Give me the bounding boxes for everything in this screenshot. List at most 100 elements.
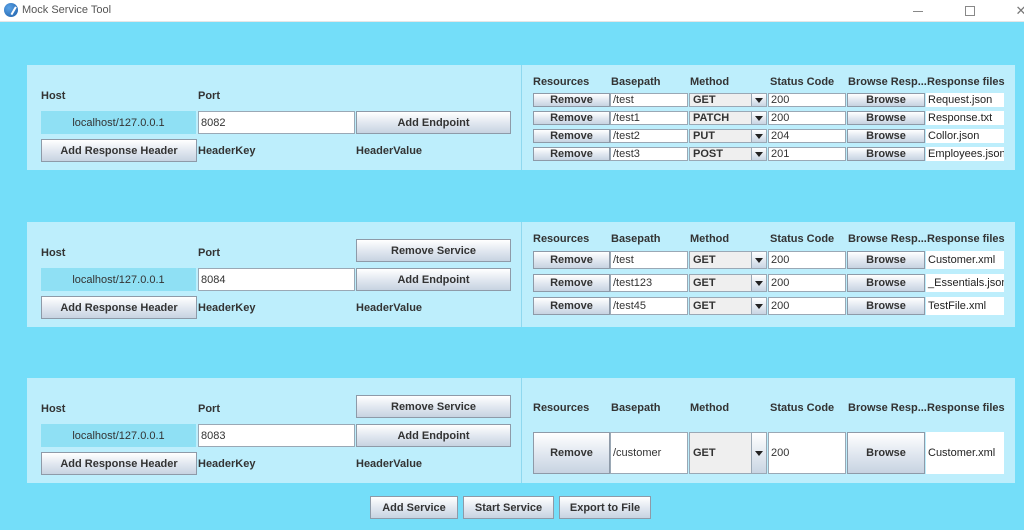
basepath-input[interactable]: /test123	[610, 274, 688, 292]
browse-button[interactable]: Browse	[847, 147, 925, 161]
start-service-button[interactable]: Start Service	[463, 496, 554, 519]
response-files-header: Response files	[927, 402, 1005, 414]
remove-endpoint-button[interactable]: Remove	[533, 129, 610, 143]
method-select[interactable]: GET	[689, 251, 767, 269]
status-code-input[interactable]: 204	[768, 129, 846, 143]
status-code-input[interactable]: 200	[768, 297, 846, 315]
remove-service-button[interactable]: Remove Service	[356, 239, 511, 262]
browse-response-header: Browse Resp...	[848, 233, 927, 245]
dropdown-arrow[interactable]	[751, 112, 766, 124]
dropdown-arrow[interactable]	[751, 148, 766, 160]
basepath-header: Basepath	[611, 402, 661, 414]
panel-divider	[521, 378, 522, 483]
dropdown-arrow[interactable]	[751, 130, 766, 142]
header-key-label: HeaderKey	[198, 145, 256, 157]
panel-divider	[521, 65, 522, 170]
resources-header: Resources	[533, 233, 590, 245]
method-select[interactable]: GET	[689, 432, 767, 474]
basepath-header: Basepath	[611, 76, 661, 88]
status-code-input[interactable]: 200	[768, 274, 846, 292]
browse-button[interactable]: Browse	[847, 111, 925, 125]
basepath-input[interactable]: /test2	[610, 129, 688, 143]
dropdown-arrow[interactable]	[751, 275, 766, 291]
port-label: Port	[198, 403, 220, 415]
close-button[interactable]: ✕	[998, 0, 1024, 22]
basepath-input[interactable]: /test45	[610, 297, 688, 315]
status-code-input[interactable]: 200	[768, 111, 846, 125]
host-label: Host	[41, 90, 66, 102]
method-header: Method	[690, 76, 730, 88]
basepath-input[interactable]: /test3	[610, 147, 688, 161]
status-code-header: Status Code	[770, 76, 835, 88]
add-endpoint-button[interactable]: Add Endpoint	[356, 111, 511, 134]
host-label: Host	[41, 403, 66, 415]
method-header: Method	[690, 402, 730, 414]
basepath-input[interactable]: /customer	[610, 432, 688, 474]
method-value: POST	[693, 148, 723, 160]
remove-endpoint-button[interactable]: Remove	[533, 93, 610, 107]
add-endpoint-button[interactable]: Add Endpoint	[356, 424, 511, 447]
status-code-input[interactable]: 200	[768, 93, 846, 107]
remove-endpoint-button[interactable]: Remove	[533, 297, 610, 315]
browse-button[interactable]: Browse	[847, 93, 925, 107]
dropdown-arrow[interactable]	[751, 298, 766, 314]
remove-endpoint-button[interactable]: Remove	[533, 432, 610, 474]
header-value-label: HeaderValue	[356, 458, 423, 470]
basepath-header: Basepath	[611, 233, 661, 245]
chevron-down-icon	[755, 450, 763, 456]
status-code-input[interactable]: 200	[768, 251, 846, 269]
port-input[interactable]: 8083	[198, 424, 355, 447]
minimize-button[interactable]	[895, 0, 941, 22]
browse-button[interactable]: Browse	[847, 432, 925, 474]
method-select[interactable]: GET	[689, 274, 767, 292]
add-endpoint-button[interactable]: Add Endpoint	[356, 268, 511, 291]
window-title: Mock Service Tool	[22, 4, 112, 16]
method-select[interactable]: POST	[689, 147, 767, 161]
response-file: Employees.json	[926, 147, 1004, 161]
export-to-file-button[interactable]: Export to File	[559, 496, 651, 519]
add-response-header-button[interactable]: Add Response Header	[41, 452, 197, 475]
remove-service-button[interactable]: Remove Service	[356, 395, 511, 418]
maximize-button[interactable]	[947, 0, 993, 22]
minimize-icon	[913, 10, 923, 12]
browse-response-header: Browse Resp...	[848, 402, 927, 414]
browse-button[interactable]: Browse	[847, 274, 925, 292]
port-input[interactable]: 8084	[198, 268, 355, 291]
port-label: Port	[198, 90, 220, 102]
browse-button[interactable]: Browse	[847, 251, 925, 269]
browse-button[interactable]: Browse	[847, 129, 925, 143]
browse-button[interactable]: Browse	[847, 297, 925, 315]
remove-endpoint-button[interactable]: Remove	[533, 147, 610, 161]
browse-response-header: Browse Resp...	[848, 76, 927, 88]
status-code-input[interactable]: 200	[768, 432, 846, 474]
basepath-input[interactable]: /test	[610, 93, 688, 107]
remove-endpoint-button[interactable]: Remove	[533, 251, 610, 269]
method-value: PATCH	[693, 112, 730, 124]
method-select[interactable]: PUT	[689, 129, 767, 143]
chevron-down-icon	[755, 97, 763, 103]
dropdown-arrow[interactable]	[751, 433, 766, 473]
service-panel: Host Port localhost/127.0.0.1 8082 Add Endpo…	[27, 65, 1015, 170]
dropdown-arrow[interactable]	[751, 252, 766, 268]
method-select[interactable]: GET	[689, 297, 767, 315]
method-value: GET	[693, 254, 716, 266]
port-input[interactable]: 8082	[198, 111, 355, 134]
remove-endpoint-button[interactable]: Remove	[533, 274, 610, 292]
method-select[interactable]: PATCH	[689, 111, 767, 125]
header-value-label: HeaderValue	[356, 145, 423, 157]
add-response-header-button[interactable]: Add Response Header	[41, 296, 197, 319]
service-panel: Host Port Remove Service localhost/127.0.0.…	[27, 222, 1015, 327]
response-files-header: Response files	[927, 76, 1005, 88]
port-label: Port	[198, 247, 220, 259]
response-file: Customer.xml	[926, 432, 1004, 474]
add-response-header-button[interactable]: Add Response Header	[41, 139, 197, 162]
dropdown-arrow[interactable]	[751, 94, 766, 106]
header-value-label: HeaderValue	[356, 302, 423, 314]
method-select[interactable]: GET	[689, 93, 767, 107]
status-code-input[interactable]: 201	[768, 147, 846, 161]
add-service-button[interactable]: Add Service	[370, 496, 458, 519]
resources-header: Resources	[533, 402, 590, 414]
remove-endpoint-button[interactable]: Remove	[533, 111, 610, 125]
basepath-input[interactable]: /test1	[610, 111, 688, 125]
basepath-input[interactable]: /test	[610, 251, 688, 269]
